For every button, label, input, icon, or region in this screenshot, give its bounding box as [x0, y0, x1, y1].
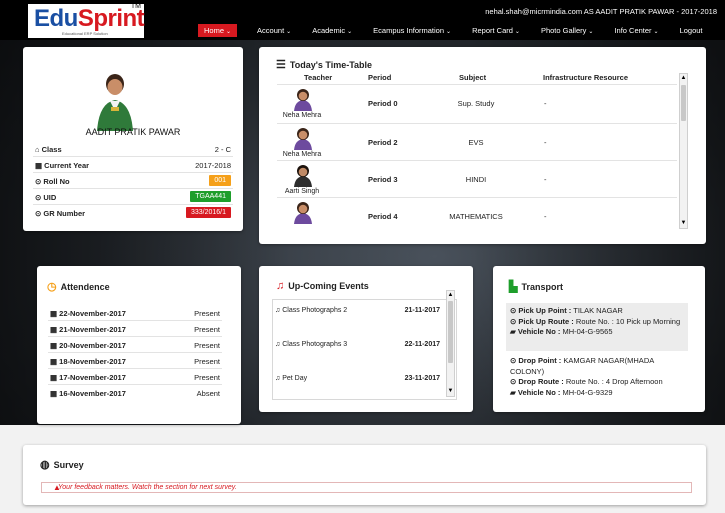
- chevron-down-icon: ⌄: [588, 29, 594, 35]
- user-session-info: nehal.shah@micrmindia.com AS AADIT PRATI…: [485, 7, 717, 16]
- chevron-down-icon: ⌄: [514, 29, 520, 35]
- student-photo: [89, 67, 141, 131]
- survey-title: ◍ Survey: [40, 459, 84, 471]
- home-icon: ⌂: [35, 145, 42, 154]
- list-item: ▦ 18-November-2017 Present: [48, 353, 222, 369]
- chevron-down-icon: ⌄: [446, 29, 452, 35]
- list-item: ▦ 16-November-2017 Absent: [50, 389, 220, 398]
- teacher-avatar-icon: [294, 128, 312, 150]
- main-nav: Home ⌄ Account ⌄ Academic ⌄ Ecampus Informa…: [198, 24, 718, 37]
- status-badge: 001: [209, 175, 231, 186]
- list-item: ▦ 17-November-2017 Present: [48, 369, 222, 385]
- list-item[interactable]: ♫ Pet Day 23-11-2017: [272, 371, 444, 405]
- events-scrollbar[interactable]: ▲ ▼: [446, 290, 455, 397]
- calendar-icon: ▦: [50, 341, 60, 350]
- profile-row-uid: ⊙ UID TGAA441: [33, 189, 233, 205]
- list-item: ▦ 22-November-2017 Present: [48, 305, 222, 321]
- brand-tagline: Educational ERP Solution: [62, 31, 108, 36]
- car-icon: ▰: [510, 327, 518, 337]
- profile-row-class: ⌂ Class 2 - C: [33, 141, 233, 157]
- attendance-title: ◷ Attendence: [47, 281, 110, 293]
- drop-info: ⊙ Drop Point : KAMGAR NAGAR(MHADA COLONY…: [506, 353, 688, 403]
- survey-card: [23, 445, 706, 505]
- table-row: Aarti Singh Period 3 HINDI -: [277, 160, 677, 197]
- nav-account[interactable]: Account ⌄: [251, 24, 297, 37]
- scrollbar-thumb[interactable]: [681, 85, 686, 121]
- nav-logout[interactable]: Logout: [674, 24, 709, 37]
- table-row: Period 4 MATHEMATICS -: [277, 197, 677, 229]
- nav-ecampus-information[interactable]: Ecampus Information ⌄: [367, 24, 457, 37]
- bell-icon: ♫: [276, 280, 285, 292]
- profile-card: AADIT PRATIK PAWAR ⌂ Class 2 - C ▦ Curre…: [23, 47, 243, 231]
- list-item[interactable]: ♫ Class Photographs 3 22-11-2017: [272, 337, 444, 371]
- warning-icon: ▲: [53, 483, 61, 492]
- list-item[interactable]: ♫ Class Photographs 2 21-11-2017: [272, 303, 444, 337]
- col-header-infra: Infrastructure Resource: [543, 73, 629, 82]
- timetable-scrollbar[interactable]: ▲ ▼: [679, 73, 688, 229]
- status-badge: TGAA441: [190, 191, 231, 202]
- calendar-icon: ▦: [50, 309, 60, 318]
- teacher-avatar-icon: [294, 89, 312, 111]
- teacher-avatar-icon: [294, 165, 312, 187]
- nav-info-center[interactable]: Info Center ⌄: [608, 24, 664, 37]
- events-title: ♫ Up-Coming Events: [276, 280, 369, 292]
- nav-report-card[interactable]: Report Card ⌄: [466, 24, 526, 37]
- col-header-teacher: Teacher: [304, 73, 333, 82]
- pickup-info: ⊙ Pick Up Point : TILAK NAGAR ⊙ Pick Up …: [506, 303, 688, 351]
- scroll-up-icon[interactable]: ▲: [447, 291, 454, 300]
- survey-message: ▲ Your feedback matters. Watch the sectio…: [41, 482, 692, 493]
- transport-title: ▙ Transport: [509, 281, 563, 293]
- profile-row-current-year: ▦ Current Year 2017-2018: [33, 157, 233, 173]
- nav-academic[interactable]: Academic ⌄: [306, 24, 358, 37]
- calendar-icon: ▦: [50, 389, 60, 398]
- calendar-icon: ▦: [50, 325, 60, 334]
- scrollbar-thumb[interactable]: [448, 301, 453, 363]
- table-row: Neha Mehra Period 2 EVS -: [277, 123, 677, 160]
- chevron-down-icon: ⌄: [226, 29, 232, 35]
- chevron-down-icon: ⌄: [653, 29, 659, 35]
- brand-logo[interactable]: EduSprint TM Educational ERP Solution: [28, 3, 145, 38]
- scroll-down-icon[interactable]: ▼: [680, 219, 687, 228]
- chevron-down-icon: ⌄: [347, 29, 353, 35]
- nav-home[interactable]: Home ⌄: [198, 24, 238, 37]
- chevron-down-icon: ⌄: [286, 29, 292, 35]
- calendar-icon: ▦: [35, 161, 45, 170]
- list-item: ▦ 20-November-2017 Present: [48, 337, 222, 353]
- car-icon: ▰: [510, 387, 518, 397]
- col-header-period: Period: [368, 73, 392, 82]
- profile-row-gr-number: ⊙ GR Number 333/2016/1: [33, 205, 233, 221]
- timetable-title: ☰ Today's Time-Table: [276, 59, 373, 71]
- teacher-avatar-icon: [294, 202, 312, 224]
- globe-icon: ◍: [40, 459, 50, 471]
- truck-icon: ▙: [509, 281, 518, 293]
- scroll-down-icon[interactable]: ▼: [447, 387, 454, 396]
- nav-photo-gallery[interactable]: Photo Gallery ⌄: [535, 24, 599, 37]
- calendar-icon: ▦: [50, 357, 60, 366]
- col-header-subject: Subject: [459, 73, 487, 82]
- profile-row-roll-no: ⊙ Roll No 001: [33, 173, 233, 189]
- scroll-up-icon[interactable]: ▲: [680, 74, 687, 83]
- student-avatar-icon: [89, 67, 141, 131]
- table-row: Neha Mehra Period 0 Sup. Study -: [277, 84, 677, 121]
- top-header: EduSprint TM Educational ERP Solution ne…: [0, 0, 725, 40]
- student-name: AADIT PRATIK PAWAR: [85, 127, 181, 137]
- list-icon: ☰: [276, 59, 286, 71]
- list-item: ▦ 21-November-2017 Present: [48, 321, 222, 337]
- clock-icon: ◷: [47, 281, 57, 293]
- status-badge: 333/2016/1: [185, 207, 231, 218]
- calendar-icon: ▦: [50, 373, 60, 382]
